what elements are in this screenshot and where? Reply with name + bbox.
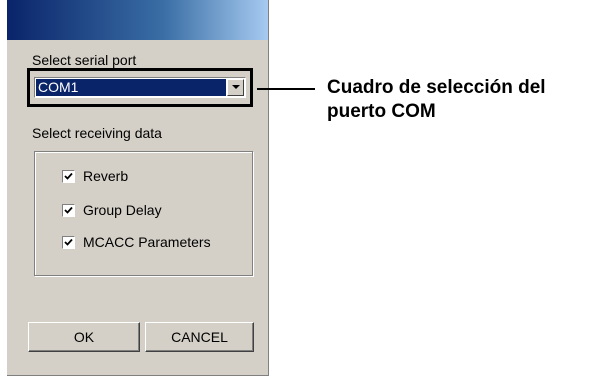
ok-button[interactable]: OK (28, 322, 140, 352)
receiving-data-label: Select receiving data (32, 125, 162, 141)
cancel-button[interactable]: CANCEL (145, 322, 254, 352)
mcacc-parameters-label: MCACC Parameters (83, 234, 211, 250)
serial-port-value: COM1 (36, 79, 226, 96)
checkmark-icon (64, 238, 73, 246)
callout-line-1: Cuadro de selección del (327, 77, 546, 98)
chevron-down-icon[interactable] (227, 79, 244, 96)
callout-line (257, 88, 315, 90)
group-delay-checkbox[interactable] (62, 204, 75, 217)
title-bar[interactable] (7, 0, 268, 40)
callout-line-2: puerto COM (327, 101, 436, 122)
serial-port-label: Select serial port (32, 52, 137, 68)
checkmark-icon (64, 172, 73, 180)
group-delay-label: Group Delay (83, 202, 162, 218)
serial-settings-dialog: Select serial port COM1 Select receiving… (7, 0, 269, 376)
com-port-highlight-frame: COM1 (27, 68, 253, 107)
callout-annotation: Cuadro de selección del puerto COM (327, 76, 546, 124)
mcacc-parameters-checkbox[interactable] (62, 236, 75, 249)
reverb-checkbox[interactable] (62, 170, 75, 183)
checkmark-icon (64, 206, 73, 214)
serial-port-select[interactable]: COM1 (34, 77, 246, 98)
reverb-label: Reverb (83, 168, 129, 184)
receiving-data-group: Reverb Group Delay MCACC Parameters (34, 151, 253, 276)
